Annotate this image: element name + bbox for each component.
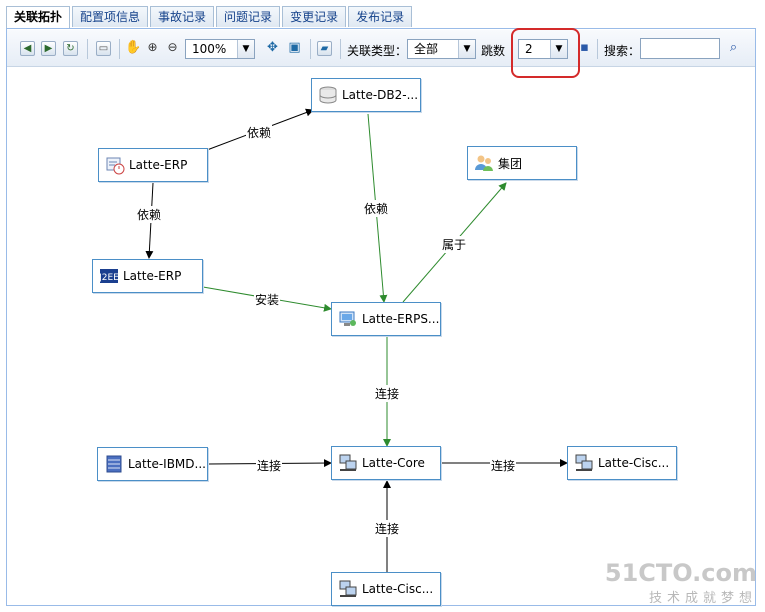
node-label: Latte-DB2-... [342, 88, 419, 102]
node-group[interactable]: 集团 [467, 146, 577, 180]
watermark-brand: 51CTO.com [604, 559, 757, 587]
node-label: Latte-ERPS... [362, 312, 440, 326]
edge-label: 连接 [490, 457, 517, 474]
software-package-icon: J2EE [99, 269, 119, 283]
watermark: 51CTO.com 技术成就梦想 [605, 559, 757, 606]
node-ibmd[interactable]: Latte-IBMD... [97, 447, 208, 481]
edge-label: 连接 [374, 520, 401, 537]
node-label: Latte-Cisc... [598, 456, 670, 470]
network-computer-icon [339, 454, 357, 471]
edge-label: 连接 [374, 385, 401, 402]
watermark-slogan: 技术成就梦想 [648, 591, 757, 606]
node-label: Latte-Core [362, 456, 425, 470]
edge-label: 属于 [441, 236, 468, 253]
node-core[interactable]: Latte-Core [331, 446, 441, 480]
node-erp-mid[interactable]: J2EE Latte-ERP [92, 259, 203, 293]
database-icon [319, 86, 337, 104]
node-label: Latte-ERP [129, 158, 188, 172]
users-group-icon [475, 155, 493, 171]
node-label: Latte-IBMD... [128, 457, 206, 471]
node-label: 集团 [498, 156, 523, 171]
node-erps[interactable]: Latte-ERPS... [331, 302, 441, 336]
storage-icon [106, 455, 122, 473]
node-cisco-right[interactable]: Latte-Cisc... [567, 446, 677, 480]
edge-label: 依赖 [363, 200, 390, 217]
edge-label: 安装 [254, 291, 281, 308]
node-label: Latte-Cisc... [362, 582, 434, 596]
node-erp-top[interactable]: Latte-ERP [98, 148, 208, 182]
edge-label: 依赖 [136, 206, 163, 223]
node-db2[interactable]: Latte-DB2-... [311, 78, 421, 112]
network-computer-icon [575, 454, 593, 471]
server-app-icon [339, 311, 356, 326]
network-computer-icon [339, 580, 357, 597]
svg-text:J2EE: J2EE [99, 273, 119, 283]
edge-label: 依赖 [246, 124, 273, 141]
node-label: Latte-ERP [123, 269, 182, 283]
edge-label: 连接 [256, 457, 283, 474]
node-cisco-bottom[interactable]: Latte-Cisc... [331, 572, 441, 606]
application-icon [106, 157, 125, 175]
